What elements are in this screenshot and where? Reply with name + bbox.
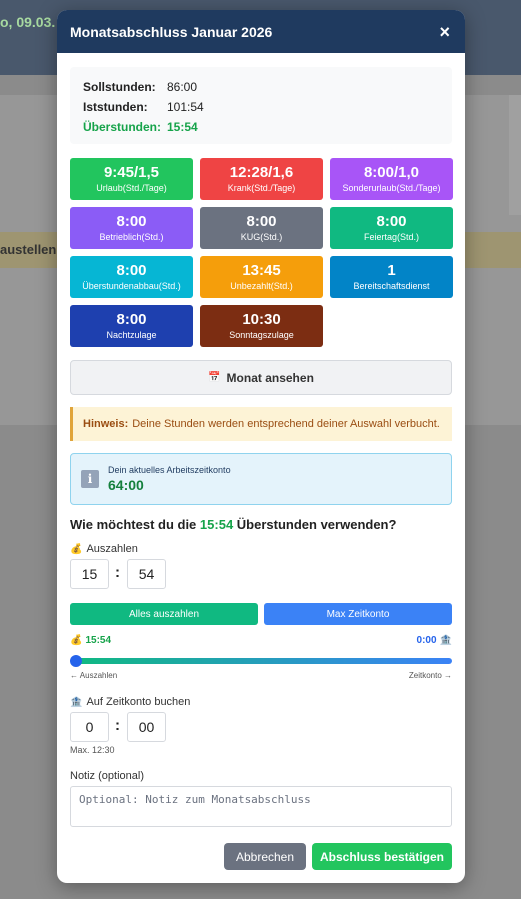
distribution-slider-handle[interactable]: [70, 655, 82, 667]
distribution-slider-track[interactable]: [74, 658, 452, 664]
absence-tile[interactable]: 8:00 Betrieblich(Std.): [70, 207, 193, 249]
tile-label: Betrieblich(Std.): [99, 232, 164, 242]
absence-tile[interactable]: 9:45/1,5 Urlaub(Std./Tage): [70, 158, 193, 200]
account-max-note: Max. 12:30: [70, 745, 115, 755]
target-hours-row: Sollstunden: 86:00: [83, 77, 439, 97]
absence-tile[interactable]: 8:00 Überstundenabbau(Std.): [70, 256, 193, 298]
account-hours-input[interactable]: 0: [70, 712, 109, 742]
month-close-modal: Monatsabschluss Januar 2026 × Sollstunde…: [57, 10, 465, 883]
payout-label: 💰 Auszahlen: [70, 543, 138, 555]
overtime-row: Überstunden: 15:54: [83, 117, 439, 137]
slider-payout-value: 💰 15:54: [70, 635, 111, 646]
tile-value: 9:45/1,5: [103, 164, 160, 181]
target-hours-label: Sollstunden:: [83, 80, 156, 94]
time-account-label: Dein aktuelles Arbeitszeitkonto: [108, 465, 231, 475]
absence-tile[interactable]: 8:00 Feiertag(Std.): [330, 207, 453, 249]
background-card-edge: [509, 95, 521, 215]
tile-value: 8:00: [116, 213, 147, 230]
tile-label: Unbezahlt(Std.): [230, 281, 293, 291]
actual-hours-row: Iststunden: 101:54: [83, 97, 439, 117]
tile-value: 8:00: [116, 262, 147, 279]
money-bag-icon: 💰: [70, 543, 83, 555]
tile-label: Feiertag(Std.): [363, 232, 420, 242]
hint-text: Deine Stunden werden entsprechend deiner…: [132, 418, 440, 430]
question-overtime-value: 15:54: [199, 517, 234, 532]
tile-label: Sonderurlaub(Std./Tage): [342, 183, 441, 193]
account-minutes-input[interactable]: 00: [127, 712, 166, 742]
tile-value: 8:00/1,0: [363, 164, 420, 181]
tile-label: Bereitschaftsdienst: [353, 281, 430, 291]
slider-caption-payout: ← Auszahlen: [70, 671, 118, 680]
modal-title: Monatsabschluss Januar 2026: [70, 23, 273, 40]
info-icon: i: [81, 470, 99, 488]
tile-label: KUG(Std.): [240, 232, 283, 242]
question-prefix: Wie möchtest du die: [70, 517, 197, 532]
actual-hours-label: Iststunden:: [83, 100, 148, 114]
overtime-value: 15:54: [167, 120, 198, 134]
tile-value: 8:00: [246, 213, 277, 230]
money-bag-icon: 💰: [70, 635, 83, 646]
bank-icon: 🏦: [439, 635, 452, 646]
slider-caption-account: Zeitkonto →: [408, 671, 452, 680]
overtime-label: Überstunden:: [83, 120, 161, 134]
tile-value: 8:00: [376, 213, 407, 230]
modal-header: Monatsabschluss Januar 2026 ×: [57, 10, 465, 53]
slider-payout-text: 15:54: [85, 635, 112, 646]
hint-title: Hinweis:: [83, 418, 129, 430]
absence-tile[interactable]: 10:30 Sonntagszulage: [200, 305, 323, 347]
tile-value: 1: [387, 262, 396, 279]
payout-minutes-input[interactable]: 54: [127, 559, 166, 589]
confirm-close-button[interactable]: Abschluss bestätigen: [312, 843, 452, 870]
background-banner-text: austellen: [0, 242, 57, 257]
absence-tile[interactable]: 12:28/1,6 Krank(Std./Tage): [200, 158, 323, 200]
time-account-text: Dein aktuelles Arbeitszeitkonto 64:00: [108, 465, 231, 493]
absence-tiles: 9:45/1,5 Urlaub(Std./Tage) 12:28/1,6 Krank(…: [70, 158, 453, 347]
tile-label: Überstundenabbau(Std.): [82, 281, 181, 291]
view-month-label: Monat ansehen: [226, 370, 314, 385]
tile-label: Nachtzulage: [106, 330, 157, 340]
note-label: Notiz (optional): [70, 770, 144, 782]
payout-label-text: Auszahlen: [86, 543, 138, 555]
time-account-card: i Dein aktuelles Arbeitszeitkonto 64:00: [70, 453, 452, 505]
calendar-icon: 📅: [208, 372, 221, 383]
hint-banner: Hinweis: Deine Stunden werden entspreche…: [70, 407, 452, 441]
time-account-value: 64:00: [108, 477, 144, 493]
absence-tile[interactable]: 8:00/1,0 Sonderurlaub(Std./Tage): [330, 158, 453, 200]
tile-value: 13:45: [242, 262, 281, 279]
tile-label: Urlaub(Std./Tage): [96, 183, 167, 193]
bank-icon: 🏦: [70, 696, 83, 708]
slider-account-text: 0:00: [416, 635, 437, 646]
question-suffix: Überstunden verwenden?: [236, 517, 397, 532]
tile-label: Sonntagszulage: [229, 330, 294, 340]
target-hours-value: 86:00: [167, 80, 198, 94]
account-booking-label-text: Auf Zeitkonto buchen: [86, 696, 191, 708]
close-icon[interactable]: ×: [439, 23, 450, 41]
tile-value: 10:30: [242, 311, 281, 328]
account-booking-label: 🏦 Auf Zeitkonto buchen: [70, 696, 190, 708]
max-account-button[interactable]: Max Zeitkonto: [264, 603, 452, 625]
background-header-text: o, 09.03.: [0, 14, 56, 30]
tile-value: 12:28/1,6: [229, 164, 294, 181]
absence-tile[interactable]: 8:00 Nachtzulage: [70, 305, 193, 347]
slider-account-value: 0:00 🏦: [417, 635, 452, 646]
actual-hours-value: 101:54: [167, 100, 204, 114]
note-textarea[interactable]: [70, 786, 452, 827]
view-month-button[interactable]: 📅 Monat ansehen: [70, 360, 452, 395]
hours-summary: Sollstunden: 86:00 Iststunden: 101:54 Üb…: [70, 67, 452, 144]
payout-separator: :: [115, 564, 120, 581]
absence-tile[interactable]: 13:45 Unbezahlt(Std.): [200, 256, 323, 298]
absence-tile[interactable]: 8:00 KUG(Std.): [200, 207, 323, 249]
account-separator: :: [115, 717, 120, 734]
cancel-button[interactable]: Abbrechen: [224, 843, 306, 870]
tile-value: 8:00: [116, 311, 147, 328]
tile-label: Krank(Std./Tage): [227, 183, 296, 193]
overtime-question: Wie möchtest du die 15:54 Überstunden ve…: [70, 517, 396, 532]
absence-tile[interactable]: 1 Bereitschaftsdienst: [330, 256, 453, 298]
payout-all-button[interactable]: Alles auszahlen: [70, 603, 258, 625]
payout-hours-input[interactable]: 15: [70, 559, 109, 589]
